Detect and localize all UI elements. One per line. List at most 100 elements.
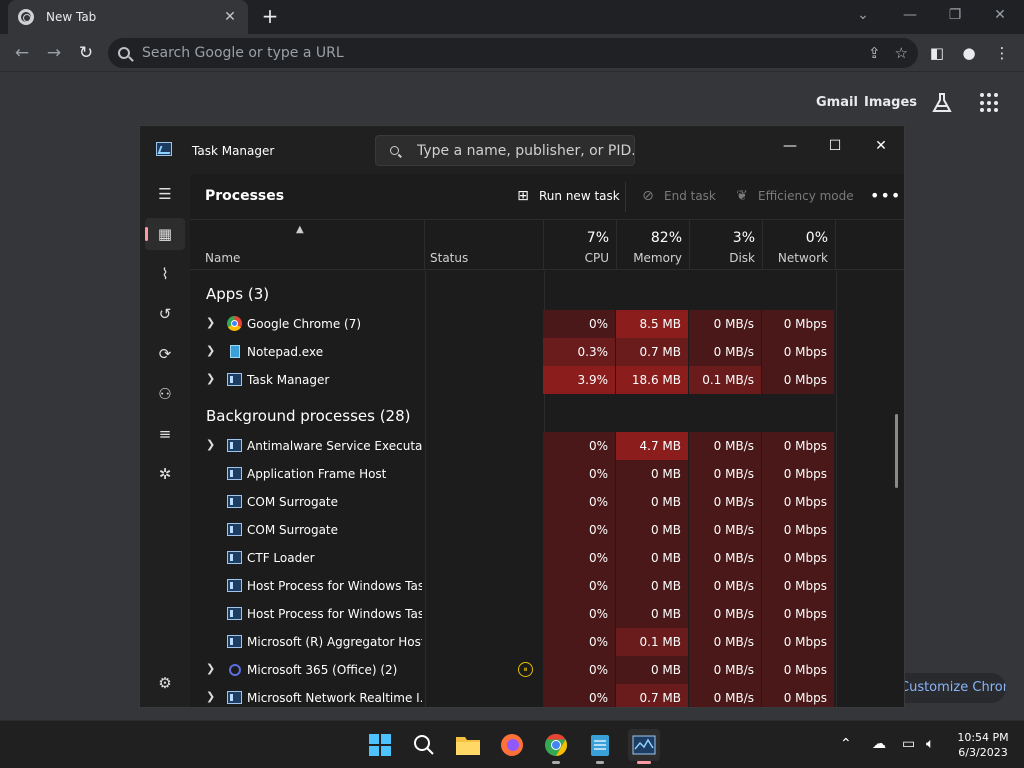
users-nav-icon[interactable]: ⚇ [153,382,177,406]
labs-flask-icon[interactable] [930,91,954,115]
process-row[interactable]: Microsoft (R) Aggregator Host 0% 0.1 MB 0 M… [190,628,836,656]
start-button[interactable] [364,729,396,761]
expand-chevron-icon[interactable]: ❯ [206,344,215,357]
expand-chevron-icon[interactable]: ❯ [206,372,215,385]
search-icon [414,735,434,755]
process-row[interactable]: ❯ Notepad.exe 0.3% 0.7 MB 0 MB/s 0 Mbps [190,338,836,366]
column-name[interactable]: Name [190,220,425,270]
gmail-link[interactable]: Gmail [816,95,858,110]
windows-app-icon [227,579,242,592]
reload-button[interactable]: ↻ [74,41,98,65]
new-tab-button[interactable]: + [258,5,282,29]
efficiency-mode-button[interactable]: ❦ Efficiency mode [734,188,854,204]
suspended-status-icon: ⏸ [518,662,533,677]
navigation-rail: ☰ ▦ ⌇ ↺ ⟳ ⚇ ≡ ✲ ⚙ [140,174,190,707]
run-new-task-label: Run new task [539,189,620,203]
expand-chevron-icon[interactable]: ❯ [206,690,215,703]
app-history-nav-icon[interactable]: ↺ [153,302,177,326]
end-task-button[interactable]: ⊘ End task [640,188,716,204]
bookmark-star-icon[interactable]: ☆ [895,44,908,62]
firefox-button[interactable] [496,729,528,761]
tm-maximize-button[interactable]: ☐ [812,132,858,160]
process-row[interactable]: Application Frame Host 0% 0 MB 0 MB/s 0 Mbps [190,460,836,488]
tab-new-tab[interactable]: New Tab ✕ [8,0,248,34]
run-new-task-button[interactable]: ⊞ Run new task [515,188,620,204]
processes-page: Processes ⊞ Run new task ⊘ End task ❦ Ef… [190,174,904,707]
process-row[interactable]: COM Surrogate 0% 0 MB 0 MB/s 0 Mbps [190,488,836,516]
back-button[interactable]: ← [10,41,34,65]
windows-app-icon [227,523,242,536]
expand-chevron-icon[interactable]: ❯ [206,316,215,329]
process-disk-value: 0 MB/s [689,488,762,516]
column-memory[interactable]: 82% Memory [617,220,690,270]
forward-button[interactable]: → [42,41,66,65]
performance-nav-icon[interactable]: ⌇ [153,262,177,286]
column-cpu[interactable]: 7% CPU [544,220,617,270]
expand-chevron-icon[interactable]: ❯ [206,662,215,675]
windows-app-icon [227,635,242,648]
column-disk[interactable]: 3% Disk [690,220,763,270]
tab-close-icon[interactable]: ✕ [222,9,238,25]
settings-gear-icon[interactable]: ⚙ [153,671,177,695]
process-memory-value: 18.6 MB [616,366,689,394]
process-row[interactable]: Host Process for Windows Tasks 0% 0 MB 0 MB… [190,572,836,600]
onedrive-offline-icon[interactable]: ☁ [872,736,886,752]
volume-icon[interactable]: 🔈︎ [926,736,934,752]
expand-chevron-icon[interactable]: ❯ [206,438,215,451]
hamburger-menu-icon[interactable]: ☰ [153,182,177,206]
process-list-scrollbar[interactable] [895,414,898,488]
more-options-icon[interactable]: ••• [870,186,901,205]
taskbar-search-button[interactable] [408,729,440,761]
process-disk-value: 0 MB/s [689,572,762,600]
file-explorer-button[interactable] [452,729,484,761]
chrome-favicon-icon [18,9,34,25]
processes-nav-icon[interactable]: ▦ [145,218,185,250]
process-network-value: 0 Mbps [762,656,835,684]
process-row[interactable]: CTF Loader 0% 0 MB 0 MB/s 0 Mbps [190,544,836,572]
tab-search-chevron-icon[interactable]: ⌄ [843,5,883,27]
profile-icon[interactable]: ● [959,43,979,63]
side-panel-icon[interactable]: ◧ [927,43,947,63]
process-disk-value: 0 MB/s [689,460,762,488]
taskbar-clock[interactable]: 10:54 PM 6/3/2023 [948,730,1018,760]
group-header-background[interactable]: Background processes (28) [206,407,411,425]
restore-button[interactable]: ❐ [935,5,975,27]
process-search-input[interactable] [417,142,634,159]
tm-minimize-button[interactable]: — [767,132,813,160]
omnibox[interactable]: ⇪ ☆ [108,38,918,68]
show-hidden-icons-chevron[interactable]: ⌃ [840,736,852,752]
process-row[interactable]: ❯ Microsoft 365 (Office) (2) ⏸ 0% 0 MB 0 MB/s… [190,656,836,684]
group-header-apps[interactable]: Apps (3) [206,285,269,303]
process-row[interactable]: ❯ Microsoft Network Realtime I... 0% 0.7 MB… [190,684,836,707]
process-row[interactable]: COM Surrogate 0% 0 MB 0 MB/s 0 Mbps [190,516,836,544]
tm-close-button[interactable]: ✕ [858,132,904,160]
share-icon[interactable]: ⇪ [868,44,881,62]
startup-apps-nav-icon[interactable]: ⟳ [153,342,177,366]
omnibox-input[interactable] [142,45,854,61]
column-network[interactable]: 0% Network [763,220,836,270]
process-row[interactable]: ❯ Task Manager 3.9% 18.6 MB 0.1 MB/s 0 Mbps [190,366,836,394]
close-window-button[interactable]: ✕ [980,5,1020,27]
process-row[interactable]: Host Process for Windows Tasks 0% 0 MB 0 MB… [190,600,836,628]
minimize-button[interactable]: — [890,5,930,27]
google-apps-icon[interactable] [980,93,1000,113]
process-row[interactable]: ❯ Antimalware Service Executable 0% 4.7 MB 0… [190,432,836,460]
notepad-taskbar-button[interactable] [584,729,616,764]
column-status[interactable]: Status [425,220,544,270]
running-indicator [596,761,604,764]
chrome-taskbar-button[interactable] [540,729,572,764]
process-name: Task Manager [247,373,330,387]
network-icon[interactable]: ▭ [902,736,915,752]
run-new-task-icon: ⊞ [517,188,529,204]
menu-kebab-icon[interactable]: ⋮ [992,43,1012,63]
process-disk-value: 0.1 MB/s [689,366,762,394]
images-link[interactable]: Images [864,95,917,110]
task-manager-taskbar-button[interactable] [628,729,660,764]
process-search-box[interactable] [375,135,635,166]
process-row[interactable]: ❯ Google Chrome (7) 0% 8.5 MB 0 MB/s 0 Mbps [190,310,836,338]
end-task-label: End task [664,189,716,203]
process-name: COM Surrogate [247,523,339,537]
windows-taskbar: ⌃ ☁ ▭ 🔈︎ [0,720,1024,768]
details-nav-icon[interactable]: ≡ [153,422,177,446]
services-nav-icon[interactable]: ✲ [153,462,177,486]
